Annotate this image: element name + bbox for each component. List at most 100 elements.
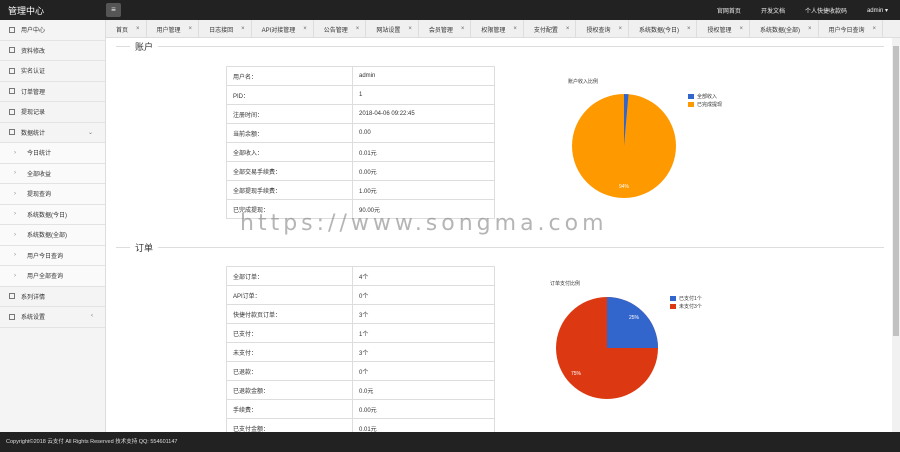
square-icon — [9, 313, 15, 320]
square-icon — [9, 47, 15, 54]
orders-pie-title: 订单支付比例 — [550, 281, 581, 287]
tab[interactable]: 公告管理 × — [314, 20, 367, 37]
sidebar-item[interactable]: › 系统数据(全部) — [0, 225, 105, 246]
tab[interactable]: 首页 × — [106, 20, 147, 37]
table-row: 已退款金额： 0.0元 — [226, 380, 495, 400]
close-icon[interactable]: × — [303, 26, 307, 32]
tab[interactable]: 系统数据(今日) × — [629, 20, 698, 37]
close-icon[interactable]: × — [687, 26, 691, 32]
row-value: 1.00元 — [352, 180, 495, 200]
tab-label: 公告管理 — [323, 27, 348, 34]
close-icon[interactable]: × — [808, 26, 812, 32]
tab[interactable]: 网站设置 × — [366, 20, 419, 37]
row-value: 1 — [352, 85, 495, 105]
tab[interactable]: 用户今日查询 × — [819, 20, 884, 37]
tab[interactable]: 日志接回 × — [199, 20, 252, 37]
sidebar-item-label: 资料修改 — [21, 48, 46, 55]
close-icon[interactable]: × — [136, 26, 140, 32]
tab[interactable]: 授权管理 × — [697, 20, 751, 37]
close-icon[interactable]: × — [566, 26, 570, 32]
sidebar-item-label: 今日统计 — [27, 151, 52, 158]
tab-label: 授权查询 — [586, 27, 611, 34]
row-value: 1个 — [352, 323, 495, 343]
row-key: 手续费： — [226, 399, 353, 419]
link-dev-docs[interactable]: 开发文档 — [761, 6, 785, 15]
tab[interactable]: 会员管理 × — [419, 20, 472, 37]
tab[interactable]: API对接管理 × — [252, 20, 314, 37]
table-row: 全部订单： 4个 — [226, 266, 495, 286]
sidebar-item-label: 用户全部查询 — [27, 274, 64, 281]
sidebar-item[interactable]: › 用户今日查询 — [0, 245, 105, 266]
orders-section-header: 订单 — [116, 241, 884, 254]
close-icon[interactable]: × — [356, 26, 360, 32]
row-value: 0个 — [352, 361, 495, 381]
sidebar-item-label: 用户中心 — [21, 28, 46, 35]
row-value: 0个 — [352, 285, 495, 305]
tab-label: 用户今日查询 — [828, 27, 865, 34]
close-icon[interactable]: × — [618, 26, 622, 32]
tab-label: 系统数据(全部) — [760, 27, 801, 34]
sidebar-item-label: 提现查询 — [27, 192, 52, 199]
link-qr-code[interactable]: 个人快捷收款码 — [805, 6, 847, 15]
close-icon[interactable]: × — [461, 26, 465, 32]
chevron-right-icon: › — [14, 272, 16, 279]
close-icon[interactable]: × — [740, 26, 744, 32]
tab[interactable]: 用户管理 × — [147, 20, 200, 37]
sidebar-item-label: 用户今日查询 — [27, 253, 64, 260]
sidebar-item[interactable]: › 系统数据(今日) — [0, 204, 105, 225]
brand-title: 管理中心 — [8, 6, 45, 16]
row-value: 3个 — [352, 342, 495, 362]
tab[interactable]: 授权查询 × — [576, 20, 629, 37]
link-official-site[interactable]: 官网首页 — [717, 6, 741, 15]
legend-item: 全部收入 — [697, 93, 718, 100]
sidebar: 用户中心 资料修改 实名认证 订单管理 提现记录 数据统计 ⌄ › 今日统计 › 全部收益 › 提现查询… — [0, 20, 106, 432]
sidebar-item[interactable]: 系列详情 — [0, 287, 105, 307]
tab[interactable]: 支付配置 × — [524, 20, 577, 37]
scrollbar-thumb[interactable] — [893, 46, 899, 336]
close-icon[interactable]: × — [189, 26, 193, 32]
sidebar-item[interactable]: › 提现查询 — [0, 184, 105, 205]
row-value: 0.0元 — [352, 380, 495, 400]
tab[interactable]: 权限管理 × — [471, 20, 524, 37]
row-value: 4个 — [352, 266, 495, 286]
sidebar-item[interactable]: 资料修改 — [0, 41, 105, 61]
menu-icon[interactable]: ≡ — [106, 3, 121, 17]
table-row: 已退款： 0个 — [226, 361, 495, 381]
row-value: 0.00元 — [352, 399, 495, 419]
chevron-icon: ⌄ — [87, 129, 93, 136]
table-row: 已支付： 1个 — [226, 323, 495, 343]
row-key: 全部收入： — [226, 142, 353, 162]
account-pie-label: 94% — [619, 184, 630, 190]
sidebar-item[interactable]: › 全部收益 — [0, 163, 105, 184]
orders-pie-label-unpaid: 75% — [571, 371, 582, 377]
main-scrollbar[interactable] — [892, 38, 900, 432]
row-key: 注册时间： — [226, 104, 353, 124]
row-key: 全部订单： — [226, 266, 353, 286]
sidebar-item[interactable]: 订单管理 — [0, 82, 105, 102]
sidebar-item[interactable]: 用户中心 — [0, 20, 105, 41]
sidebar-item[interactable]: › 今日统计 — [0, 143, 105, 164]
row-value: 3个 — [352, 304, 495, 324]
close-icon[interactable]: × — [513, 26, 517, 32]
close-icon[interactable]: × — [873, 26, 877, 32]
user-menu[interactable]: admin ▾ — [867, 7, 888, 14]
table-row: 快捷付款页订单： 3个 — [226, 304, 495, 324]
account-table: 用户名： admin PID： 1 注册时间： 2018-04-06 09:22:45 当前… — [226, 66, 495, 219]
square-icon — [9, 67, 15, 74]
close-icon[interactable]: × — [408, 26, 412, 32]
orders-pie-chart: 25% 75% — [556, 297, 658, 399]
tab[interactable]: 系统数据(全部) × — [750, 20, 819, 37]
square-icon — [9, 26, 15, 33]
tab-label: 支付配置 — [533, 27, 558, 34]
row-key: 全部交易手续费： — [226, 161, 353, 181]
sidebar-item-label: 订单管理 — [21, 89, 46, 96]
close-icon[interactable]: × — [241, 26, 245, 32]
sidebar-item[interactable]: 数据统计 ⌄ — [0, 123, 105, 143]
legend-item: 已支付1个 — [679, 295, 702, 302]
chevron-right-icon: › — [14, 170, 16, 177]
sidebar-item[interactable]: 提现记录 — [0, 102, 105, 123]
sidebar-item-label: 系统设置 — [21, 315, 46, 322]
sidebar-item[interactable]: › 用户全部查询 — [0, 266, 105, 287]
sidebar-item[interactable]: 实名认证 — [0, 61, 105, 82]
sidebar-item[interactable]: 系统设置 ‹ — [0, 307, 105, 328]
